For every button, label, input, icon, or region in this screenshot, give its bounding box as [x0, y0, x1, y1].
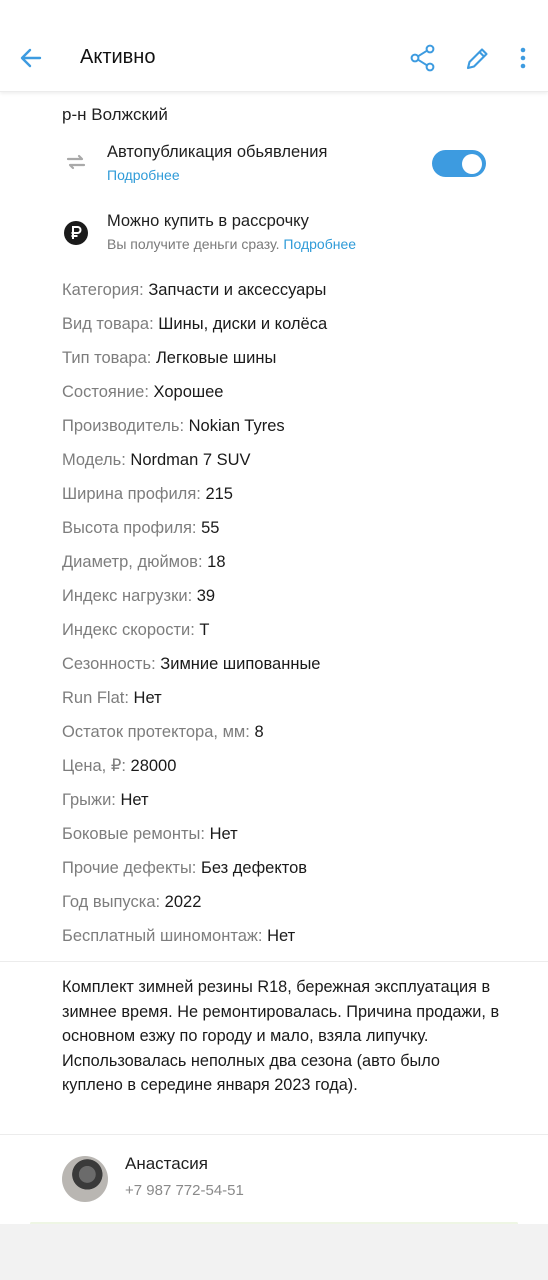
param-value: Зимние шипованные: [160, 655, 321, 673]
param-row: Ширина профиля: 215: [62, 480, 522, 514]
avatar[interactable]: [62, 1156, 108, 1202]
param-row: Год выпуска: 2022: [62, 888, 522, 922]
params-list: Категория: Запчасти и аксессуары Вид тов…: [62, 276, 522, 956]
param-value: 8: [254, 723, 264, 741]
param-value: Нет: [267, 927, 296, 945]
param-key: Боковые ремонты:: [62, 825, 205, 843]
param-key: Индекс скорости:: [62, 621, 195, 639]
bottom-area: [0, 1224, 548, 1280]
location-label: р-н Волжский: [62, 105, 168, 124]
autopublish-more-link[interactable]: Подробнее: [107, 167, 180, 183]
param-value: 55: [201, 519, 220, 537]
share-icon[interactable]: [408, 42, 438, 74]
param-value: Нет: [120, 791, 149, 809]
description-text: Комплект зимней резины R18, бережная экс…: [62, 978, 500, 1095]
param-row: Грыжи: Нет: [62, 786, 522, 820]
param-key: Вид товара:: [62, 315, 154, 333]
param-value: 215: [205, 485, 233, 503]
param-key: Остаток протектора, мм:: [62, 723, 250, 741]
param-key: Бесплатный шиномонтаж:: [62, 927, 263, 945]
param-value: Т: [199, 621, 210, 639]
param-value: 28000: [130, 757, 177, 775]
param-row: Боковые ремонты: Нет: [62, 820, 522, 854]
param-row: Бесплатный шиномонтаж: Нет: [62, 922, 522, 956]
installment-title: Можно купить в рассрочку: [107, 212, 309, 230]
param-key: Индекс нагрузки:: [62, 587, 193, 605]
param-value: Хорошее: [153, 383, 224, 401]
param-value: 39: [196, 587, 216, 605]
param-key: Грыжи:: [62, 791, 116, 809]
param-key: Run Flat:: [62, 689, 129, 707]
param-key: Год выпуска:: [62, 893, 161, 911]
param-row: Run Flat: Нет: [62, 684, 522, 718]
param-row: Производитель: Nokian Tyres: [62, 412, 522, 446]
param-row: Вид товара: Шины, диски и колёса: [62, 310, 522, 344]
param-row: Индекс скорости: Т: [62, 616, 522, 650]
param-row: Индекс нагрузки: 39: [62, 582, 522, 616]
installment-more-link[interactable]: Подробнее: [283, 236, 356, 252]
param-row: Остаток протектора, мм: 8: [62, 718, 522, 752]
param-key: Состояние:: [62, 383, 149, 401]
param-key: Тип товара:: [62, 349, 152, 367]
param-value: Запчасти и аксессуары: [148, 281, 327, 299]
top-app-bar: Активно: [0, 0, 548, 92]
param-key: Производитель:: [62, 417, 185, 435]
param-key: Категория:: [62, 281, 144, 299]
param-key: Высота профиля:: [62, 519, 197, 537]
divider: [0, 961, 548, 962]
installment-subtitle-text: Вы получите деньги сразу.: [107, 236, 280, 252]
more-vertical-icon[interactable]: [512, 42, 534, 74]
param-value: Nordman 7 SUV: [130, 451, 251, 469]
param-row: Категория: Запчасти и аксессуары: [62, 276, 522, 310]
repeat-icon: [62, 148, 90, 176]
ruble-coin-icon: [62, 219, 90, 247]
autopublish-toggle[interactable]: [432, 150, 486, 177]
seller-phone[interactable]: +7 987 772-54-51: [125, 1182, 244, 1199]
autopublish-title: Автопубликация обьявления: [107, 143, 328, 161]
pencil-icon[interactable]: [462, 42, 492, 74]
param-row: Сезонность: Зимние шипованные: [62, 650, 522, 684]
param-value: Без дефектов: [200, 859, 308, 877]
param-value: 18: [207, 553, 226, 571]
installment-subtitle: Вы получите деньги сразу. Подробнее: [107, 236, 356, 252]
param-value: Нет: [209, 825, 238, 843]
param-row: Высота профиля: 55: [62, 514, 522, 548]
param-value: Nokian Tyres: [188, 417, 285, 435]
param-key: Ширина профиля:: [62, 485, 201, 503]
param-row: Цена, ₽: 28000: [62, 752, 522, 786]
param-value: Легковые шины: [155, 349, 277, 367]
param-value: Шины, диски и колёса: [158, 315, 328, 333]
param-key: Цена, ₽:: [62, 757, 126, 775]
param-key: Диаметр, дюймов:: [62, 553, 203, 571]
param-key: Прочие дефекты:: [62, 859, 197, 877]
seller-name: Анастасия: [125, 1154, 208, 1173]
param-key: Модель:: [62, 451, 126, 469]
param-row: Прочие дефекты: Без дефектов: [62, 854, 522, 888]
param-value: Нет: [133, 689, 162, 707]
arrow-left-icon[interactable]: [14, 42, 48, 74]
param-value: 2022: [164, 893, 202, 911]
divider: [0, 1134, 548, 1135]
param-key: Сезонность:: [62, 655, 156, 673]
param-row: Модель: Nordman 7 SUV: [62, 446, 522, 480]
param-row: Состояние: Хорошее: [62, 378, 522, 412]
toggle-knob: [462, 153, 482, 174]
param-row: Тип товара: Легковые шины: [62, 344, 522, 378]
page-title: Активно: [80, 46, 156, 68]
param-row: Диаметр, дюймов: 18: [62, 548, 522, 582]
